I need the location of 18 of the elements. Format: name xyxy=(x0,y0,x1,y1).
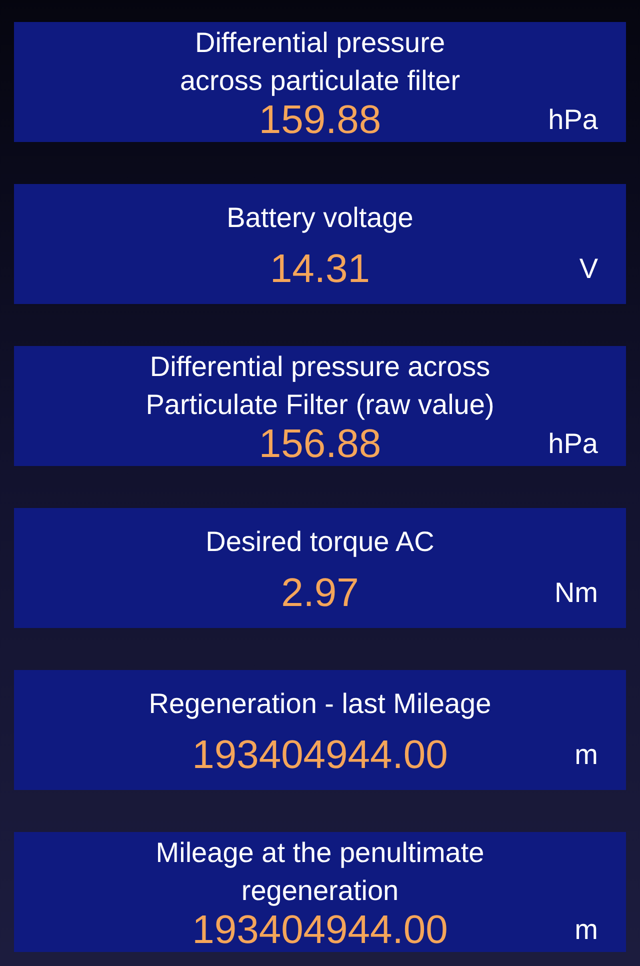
reading-value: 193404944.00 xyxy=(192,735,448,776)
reading-title: Differential pressure across Particulate Filter (raw value) xyxy=(144,350,496,422)
reading-title: Mileage at the penultimate regeneration xyxy=(154,836,486,908)
unit-label: hPa xyxy=(548,428,599,460)
unit-label: Nm xyxy=(554,577,599,610)
unit-label: V xyxy=(579,253,599,286)
reading-title: Desired torque AC xyxy=(204,524,436,559)
reading-title: Battery voltage xyxy=(226,200,414,235)
unit-label: m xyxy=(574,739,599,772)
unit-label: hPa xyxy=(548,104,599,136)
reading-title: Regeneration - last Mileage xyxy=(148,686,492,721)
unit-label: m xyxy=(574,914,599,946)
reading-value: 156.88 xyxy=(258,424,382,464)
reading-value: 2.97 xyxy=(281,573,359,614)
reading-title: Differential pressure across particulate filter xyxy=(178,26,462,98)
reading-value: 193404944.00 xyxy=(192,910,448,950)
reading-value: 159.88 xyxy=(258,100,382,140)
reading-value: 14.31 xyxy=(270,249,370,290)
